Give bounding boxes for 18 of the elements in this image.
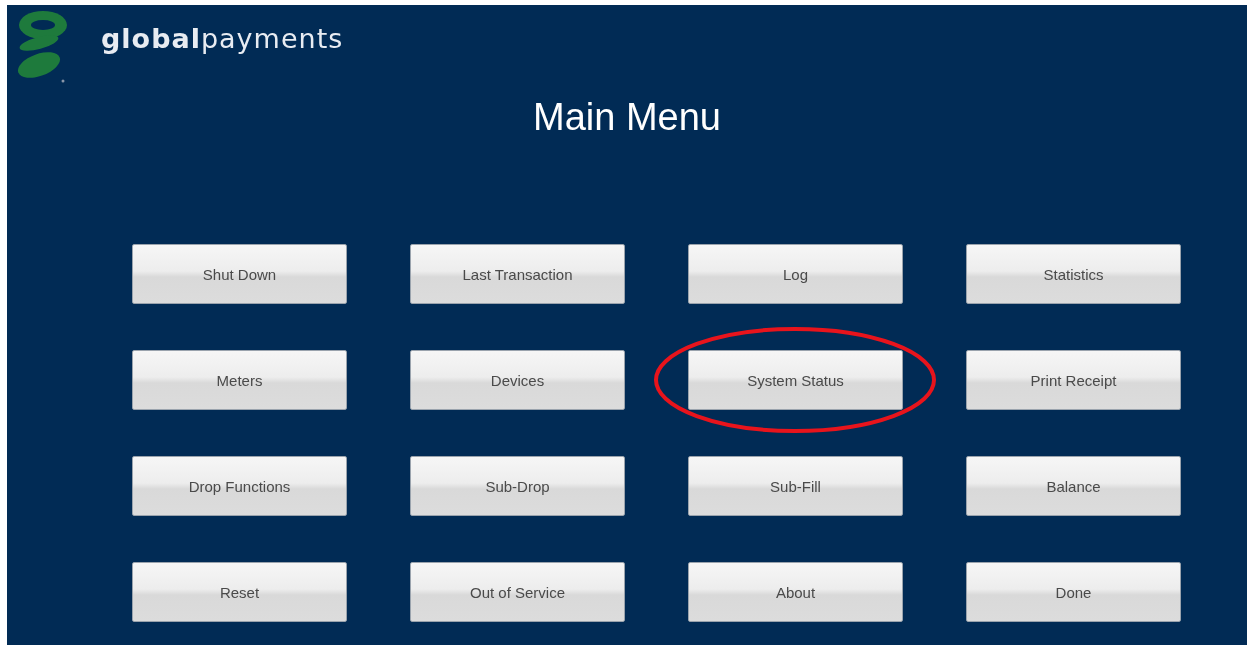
menu-button[interactable]: Sub-Drop (410, 456, 625, 516)
logo-wordmark: globalpayments (101, 23, 344, 54)
menu-button[interactable]: Reset (132, 562, 347, 622)
menu-button[interactable]: System Status (688, 350, 903, 410)
menu-button[interactable]: Drop Functions (132, 456, 347, 516)
menu-button[interactable]: Statistics (966, 244, 1181, 304)
menu-button[interactable]: Balance (966, 456, 1181, 516)
menu-button[interactable]: Meters (132, 350, 347, 410)
menu-button[interactable]: Print Receipt (966, 350, 1181, 410)
menu-button[interactable]: About (688, 562, 903, 622)
menu-button[interactable]: Log (688, 244, 903, 304)
menu-button[interactable]: Last Transaction (410, 244, 625, 304)
screen-title: Main Menu (532, 95, 722, 139)
menu-button[interactable]: Sub-Fill (688, 456, 903, 516)
menu-button[interactable]: Shut Down (132, 244, 347, 304)
menu-button[interactable]: Done (966, 562, 1181, 622)
menu-button[interactable]: Devices (410, 350, 625, 410)
menu-button[interactable]: Out of Service (410, 562, 625, 622)
